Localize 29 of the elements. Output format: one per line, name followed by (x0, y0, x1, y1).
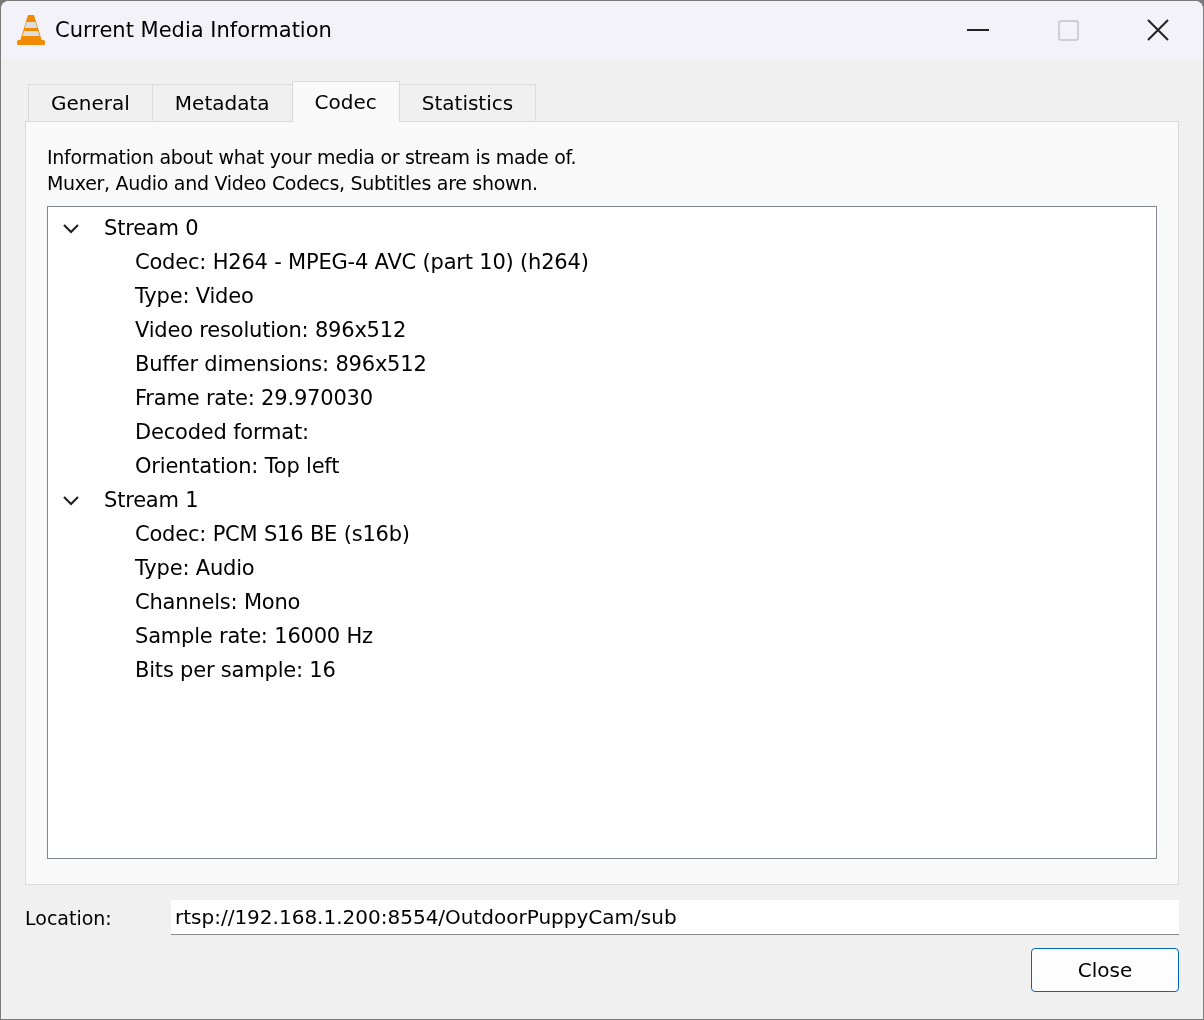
location-field[interactable]: rtsp://192.168.1.200:8554/OutdoorPuppyCam/sub (171, 900, 1179, 935)
description-text: Information about what your media or stream is made of. (47, 145, 578, 170)
tab[interactable]: Codec (291, 81, 400, 122)
close-dialog-button[interactable]: Close (1031, 948, 1179, 992)
tree-leaf: Buffer dimensions: 896x512 (135, 352, 427, 376)
tree-item[interactable]: Stream 1 (104, 488, 199, 512)
traffic-cone-icon (17, 14, 45, 46)
tree-leaf: Channels: Mono (135, 590, 301, 614)
minimize-icon (967, 29, 989, 31)
tree-leaf: Frame rate: 29.970030 (135, 386, 373, 410)
tree-item[interactable]: Stream 0 (104, 216, 199, 240)
location-label: Location: (25, 906, 113, 929)
tree-leaf: Bits per sample: 16 (135, 658, 336, 682)
tree-leaf: Decoded format: (135, 420, 309, 444)
tree-leaf: Codec: PCM S16 BE (s16b) (135, 522, 410, 546)
tree-leaf: Codec: H264 - MPEG-4 AVC (part 10) (h264) (135, 250, 589, 274)
tree-leaf: Type: Video (135, 284, 254, 308)
maximize-icon (1057, 19, 1079, 41)
tree-leaf: Sample rate: 16000 Hz (135, 624, 373, 648)
chevron-down-icon[interactable] (62, 494, 80, 506)
tree-leaf: Video resolution: 896x512 (135, 318, 407, 342)
tab[interactable]: Statistics (398, 84, 537, 121)
tree-leaf: Orientation: Top left (135, 454, 340, 478)
tree-leaf: Type: Audio (135, 556, 255, 580)
description-text: Muxer, Audio and Video Codecs, Subtitles are shown. (47, 171, 539, 196)
window-title: Current Media Information (55, 18, 333, 42)
close-icon (1147, 19, 1169, 41)
chevron-down-icon[interactable] (62, 222, 80, 234)
tab[interactable]: General (28, 84, 153, 121)
